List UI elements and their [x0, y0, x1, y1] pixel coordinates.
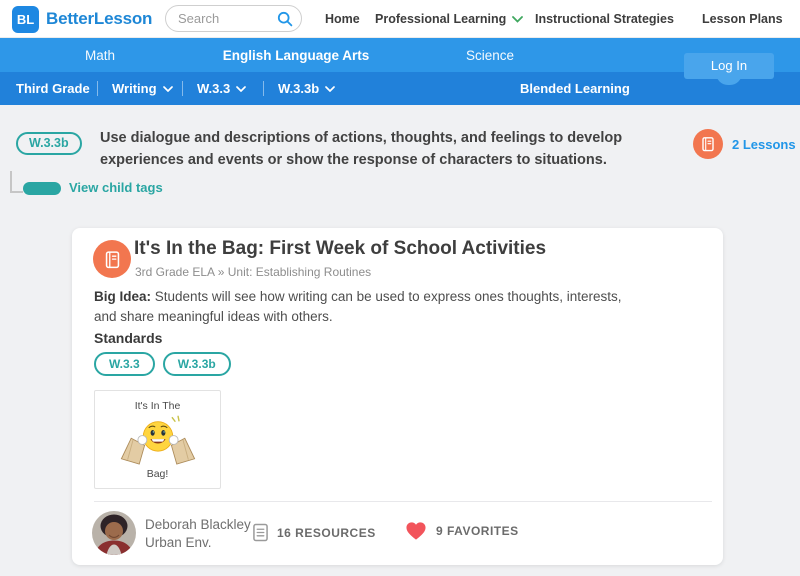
breadcrumb-w33b[interactable]: W.3.3b [278, 81, 336, 96]
standard-code-pill[interactable]: W.3.3b [16, 132, 82, 155]
search-icon[interactable] [277, 11, 293, 27]
tab-english-language-arts[interactable]: English Language Arts [196, 48, 396, 63]
nav-professional-learning-label: Professional Learning [375, 12, 507, 26]
breadcrumb-divider [97, 81, 98, 96]
author-name: Deborah Blackley [145, 517, 251, 532]
lesson-card: It's In the Bag: First Week of School Ac… [72, 228, 723, 565]
search-box[interactable] [165, 5, 302, 32]
view-child-tags-toggle[interactable] [23, 182, 61, 195]
nav-instructional-strategies-label: Instructional Strategies [535, 12, 674, 26]
breadcrumb-divider [263, 81, 264, 96]
betterlesson-page: BL BetterLesson Home Professional Learni… [0, 0, 800, 576]
standard-pill-w33[interactable]: W.3.3 [94, 352, 155, 376]
breadcrumb-bar: Third Grade Writing W.3.3 W.3.3b Blended… [0, 65, 800, 105]
nav-home-label: Home [325, 12, 360, 26]
view-child-tags-label[interactable]: View child tags [69, 180, 163, 195]
nav-professional-learning[interactable]: Professional Learning [375, 12, 524, 26]
lessons-count-label: 2 Lessons [732, 136, 796, 152]
breadcrumb-writing-label: Writing [112, 81, 157, 96]
lesson-clipboard-icon [93, 240, 131, 278]
tab-math[interactable]: Math [0, 48, 200, 63]
login-button[interactable]: Log In [684, 53, 774, 79]
breadcrumb-w33-label: W.3.3 [197, 81, 231, 96]
favorites-label: 9 FAVORITES [436, 524, 519, 538]
lessons-clipboard-icon [693, 129, 723, 159]
top-header: BL BetterLesson Home Professional Learni… [0, 0, 800, 38]
lessons-count-badge[interactable]: 2 Lessons [693, 129, 796, 159]
chevron-down-icon [325, 85, 336, 92]
breadcrumb-divider [182, 81, 183, 96]
thumbnail-text-top: It's In The [134, 400, 181, 412]
nav-lesson-plans[interactable]: Lesson Plans [702, 12, 783, 26]
child-tag-connector-line [10, 171, 23, 193]
standard-description: Use dialogue and descriptions of actions… [100, 130, 623, 168]
resources-label: 16 RESOURCES [277, 525, 376, 540]
author-info[interactable]: Deborah Blackley Urban Env. [145, 516, 251, 552]
lesson-title[interactable]: It's In the Bag: First Week of School Ac… [134, 238, 546, 260]
chevron-down-icon [162, 85, 173, 92]
breadcrumb-blended-learning-label: Blended Learning [520, 81, 630, 96]
subject-tab-bar: Math English Language Arts Science Log I… [0, 38, 800, 79]
search-input[interactable] [178, 11, 273, 26]
chevron-down-icon [236, 85, 247, 92]
nav-instructional-strategies[interactable]: Instructional Strategies [535, 12, 674, 26]
resources-document-icon [253, 523, 268, 542]
heart-icon [405, 521, 427, 541]
lesson-subtitle: 3rd Grade ELA » Unit: Establishing Routi… [135, 265, 372, 279]
betterlesson-logo-icon[interactable]: BL [12, 6, 39, 33]
favorites-count[interactable]: 9 FAVORITES [405, 521, 519, 541]
standard-pill-w33b[interactable]: W.3.3b [162, 352, 231, 376]
resources-count[interactable]: 16 RESOURCES [253, 523, 376, 542]
thumbnail-text-bottom: Bag! [146, 468, 169, 480]
nav-lesson-plans-label: Lesson Plans [702, 12, 783, 26]
card-footer-divider [94, 501, 712, 502]
author-affiliation: Urban Env. [145, 535, 212, 550]
big-idea: Big Idea: Students will see how writing … [94, 287, 719, 327]
logo-text: BL [16, 12, 35, 27]
breadcrumb-third-grade[interactable]: Third Grade [16, 81, 90, 96]
lesson-thumbnail[interactable]: It's In The Bag! [94, 390, 221, 489]
big-idea-label: Big Idea: [94, 289, 152, 304]
author-avatar[interactable] [92, 511, 136, 555]
chevron-down-icon [512, 15, 524, 23]
breadcrumb-blended-learning[interactable]: Blended Learning [520, 81, 630, 96]
breadcrumb-third-grade-label: Third Grade [16, 81, 90, 96]
big-idea-text: Students will see how writing can be use… [94, 289, 622, 324]
nav-home[interactable]: Home [325, 12, 360, 26]
breadcrumb-writing[interactable]: Writing [112, 81, 173, 96]
main-content: W.3.3b Use dialogue and descriptions of … [0, 105, 800, 576]
tab-science[interactable]: Science [400, 48, 580, 63]
smiley-with-bags-image [112, 415, 204, 465]
breadcrumb-w33b-label: W.3.3b [278, 81, 320, 96]
standards-heading: Standards [94, 330, 163, 346]
brand-name[interactable]: BetterLesson [46, 9, 152, 29]
standards-pills: W.3.3 W.3.3b [94, 352, 231, 376]
breadcrumb-w33[interactable]: W.3.3 [197, 81, 247, 96]
